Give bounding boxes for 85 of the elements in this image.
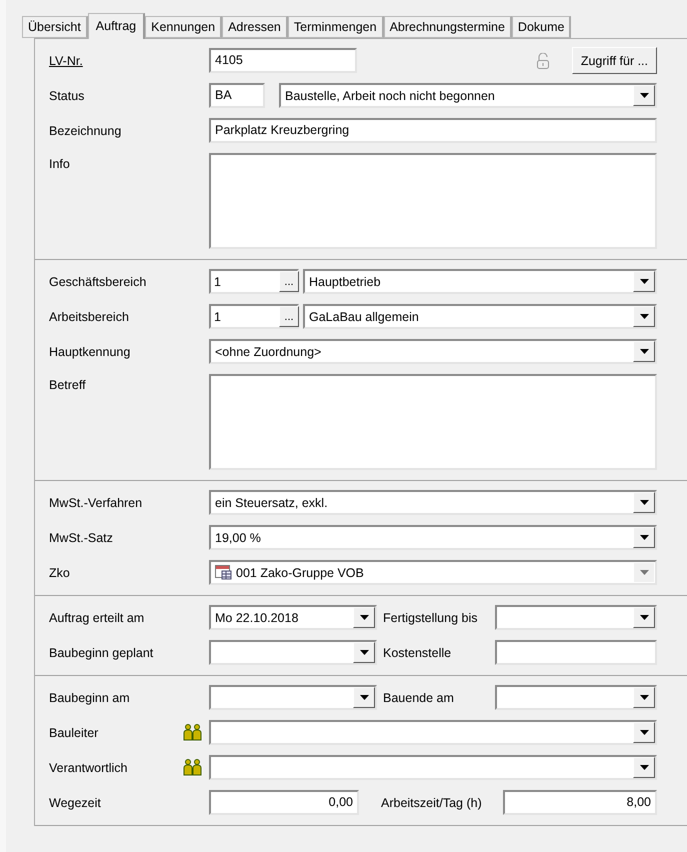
- dropdown-arrow-icon: [640, 765, 648, 770]
- dropdown-button[interactable]: [633, 722, 655, 743]
- field-label: Kostenstelle: [383, 646, 452, 660]
- number-field[interactable]: 8,00: [503, 790, 657, 815]
- dropdown-button[interactable]: [633, 607, 655, 628]
- tab[interactable]: Terminmengen: [288, 16, 384, 38]
- dropdown-button[interactable]: [633, 757, 655, 778]
- dropdown-arrow-icon: [360, 695, 368, 700]
- field-label: Info: [49, 156, 71, 171]
- dropdown-field[interactable]: ein Steuersatz, exkl.: [209, 490, 657, 515]
- input-field[interactable]: 4105: [209, 48, 357, 73]
- input-field[interactable]: [495, 640, 657, 665]
- dropdown-arrow-icon: [360, 615, 368, 620]
- field-label-link[interactable]: LV-Nr.: [49, 54, 209, 68]
- field-label: Bauleiter: [49, 726, 100, 740]
- field-label: Zko: [49, 566, 71, 580]
- dropdown-arrow-icon: [640, 314, 648, 319]
- date-field[interactable]: [209, 640, 377, 665]
- table-icon: [215, 565, 232, 580]
- dropdown-field[interactable]: [209, 720, 657, 745]
- text-area[interactable]: [209, 374, 657, 470]
- browse-button[interactable]: ...: [279, 306, 299, 327]
- date-field[interactable]: Mo 22.10.2018: [209, 605, 377, 630]
- people-icon: [183, 759, 203, 776]
- dropdown-field[interactable]: 19,00 %: [209, 525, 657, 550]
- dropdown-arrow-icon: [360, 650, 368, 655]
- dropdown-arrow-icon: [640, 349, 648, 354]
- dropdown-button[interactable]: [353, 642, 375, 663]
- browse-button[interactable]: ...: [279, 271, 299, 292]
- code-field[interactable]: BA: [209, 83, 265, 108]
- field-label: MwSt.-Satz: [49, 530, 114, 544]
- tab[interactable]: Übersicht: [22, 16, 88, 38]
- dropdown-button[interactable]: [353, 687, 375, 708]
- field-label: Status: [49, 88, 86, 102]
- field-label: Verantwortlich: [49, 760, 129, 774]
- code-field[interactable]: 1 ...: [209, 269, 299, 294]
- dropdown-button[interactable]: [353, 607, 375, 628]
- field-label: Auftrag erteilt am: [49, 610, 146, 624]
- field-label: Wegezeit: [49, 796, 102, 810]
- people-icon: [183, 724, 203, 741]
- field-label: Arbeitszeit/Tag (h): [381, 796, 483, 810]
- dropdown-field[interactable]: <ohne Zuordnung>: [209, 339, 657, 364]
- dropdown-arrow-icon: [640, 93, 648, 98]
- dropdown-arrow-icon: [640, 500, 648, 505]
- field-label: Bauende am: [383, 690, 455, 704]
- field-label: Baubeginn am: [49, 690, 131, 704]
- tab[interactable]: Dokume: [512, 16, 572, 38]
- field-label: Betreff: [49, 377, 87, 392]
- dropdown-button[interactable]: [633, 687, 655, 708]
- tab[interactable]: Abrechnungstermine: [384, 16, 512, 38]
- field-label: Geschäftsbereich: [49, 274, 148, 288]
- access-button[interactable]: Zugriff für ...: [572, 47, 657, 74]
- text-area[interactable]: [209, 153, 657, 249]
- dropdown-field[interactable]: Hauptbetrieb: [303, 269, 657, 294]
- dropdown-arrow-icon: [640, 535, 648, 540]
- number-field[interactable]: 0,00: [209, 790, 359, 815]
- tab[interactable]: Adressen: [222, 16, 288, 38]
- field-label: MwSt.-Verfahren: [49, 496, 144, 510]
- dropdown-field[interactable]: [495, 605, 657, 630]
- dropdown-arrow-icon: [640, 695, 648, 700]
- dropdown-field[interactable]: Baustelle, Arbeit noch nicht begonnen: [279, 83, 657, 108]
- dropdown-arrow-icon: [640, 615, 648, 620]
- input-field[interactable]: Parkplatz Kreuzbergring: [209, 118, 657, 143]
- dropdown-button[interactable]: [633, 341, 655, 362]
- dropdown-field[interactable]: [209, 755, 657, 780]
- date-field[interactable]: [209, 685, 377, 710]
- dropdown-field[interactable]: GaLaBau allgemein: [303, 304, 657, 329]
- dropdown-arrow-icon: [640, 279, 648, 284]
- padlock-icon: [536, 52, 550, 68]
- dropdown-arrow-icon: [640, 570, 648, 575]
- dropdown-arrow-icon: [640, 730, 648, 735]
- tab[interactable]: Kennungen: [145, 16, 222, 38]
- field-label: Baubeginn geplant: [49, 646, 154, 660]
- dropdown-button[interactable]: [633, 527, 655, 548]
- tab[interactable]: Auftrag: [88, 13, 146, 39]
- field-label: Fertigstellung bis: [383, 610, 478, 624]
- code-field[interactable]: 1 ...: [209, 304, 299, 329]
- field-label: Arbeitsbereich: [49, 310, 130, 324]
- dropdown-button[interactable]: [633, 85, 655, 106]
- field-label: Bezeichnung: [49, 124, 122, 138]
- field-label: Hauptkennung: [49, 344, 132, 358]
- dropdown-button[interactable]: [633, 271, 655, 292]
- dropdown-button[interactable]: [633, 492, 655, 513]
- dropdown-field[interactable]: [495, 685, 657, 710]
- dropdown-button[interactable]: [633, 306, 655, 327]
